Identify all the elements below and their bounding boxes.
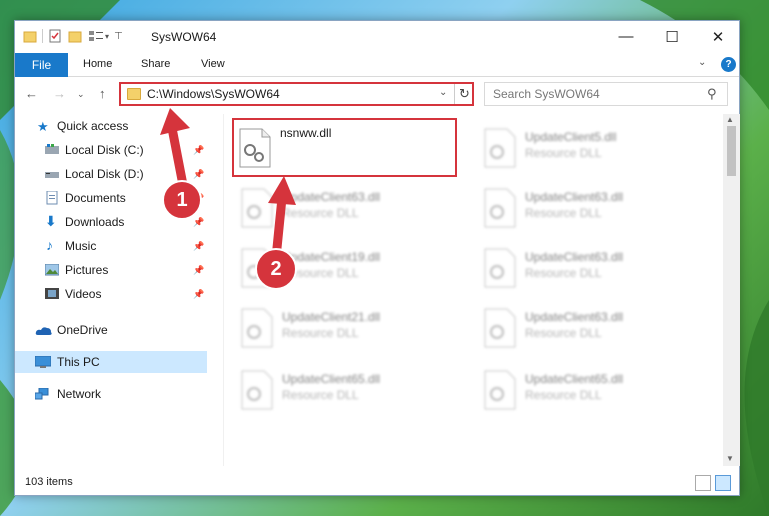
step-1-callout: 1: [162, 180, 202, 220]
step-2-callout: 2: [255, 248, 297, 290]
annotation-arrows: [160, 108, 296, 263]
